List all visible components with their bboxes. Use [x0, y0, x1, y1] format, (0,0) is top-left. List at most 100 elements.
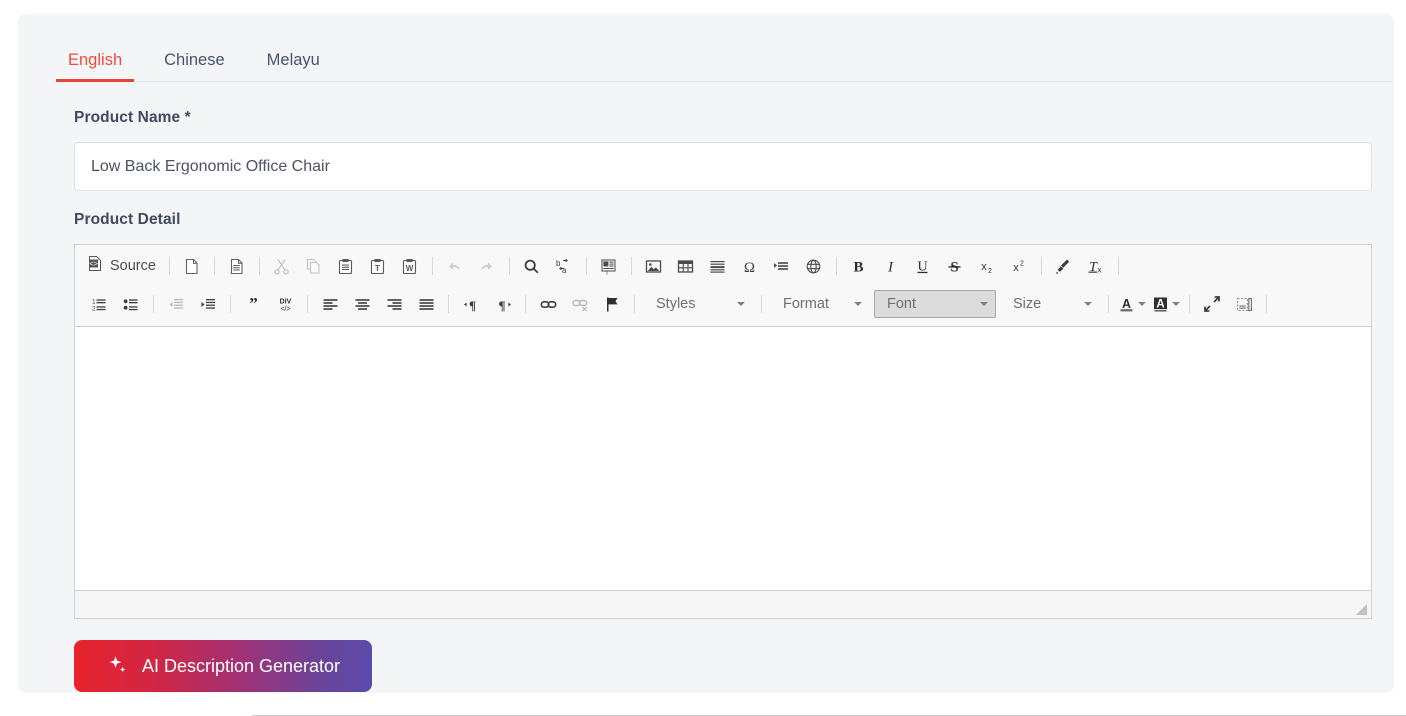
align-center-icon[interactable] — [347, 291, 377, 317]
underline-icon[interactable]: U — [908, 253, 938, 279]
replace-icon[interactable]: ba — [549, 253, 579, 279]
undo-icon — [440, 253, 470, 279]
new-page-icon[interactable] — [177, 253, 207, 279]
chevron-down-icon — [737, 302, 745, 306]
paste-from-word-icon[interactable]: W — [395, 253, 425, 279]
blockquote-icon[interactable]: ” — [238, 291, 268, 317]
page-break-icon[interactable] — [767, 253, 797, 279]
italic-icon[interactable]: I — [876, 253, 906, 279]
size-dropdown[interactable]: Size — [1000, 290, 1100, 318]
svg-text:I: I — [887, 259, 894, 275]
horizontal-rule-icon[interactable] — [703, 253, 733, 279]
svg-text:</>: </> — [280, 306, 290, 313]
paste-as-text-icon[interactable]: T — [363, 253, 393, 279]
table-icon[interactable] — [671, 253, 701, 279]
svg-text:W: W — [406, 264, 414, 273]
toolbar-separator — [508, 257, 510, 275]
svg-text:Ω: Ω — [744, 260, 755, 275]
find-icon[interactable] — [517, 253, 547, 279]
svg-text:I: I — [606, 270, 608, 275]
special-character-icon[interactable]: Ω — [735, 253, 765, 279]
size-dropdown-label: Size — [1013, 296, 1042, 312]
subscript-icon[interactable]: x2 — [972, 253, 1002, 279]
toolbar-separator — [630, 257, 632, 275]
toolbar-separator — [168, 257, 170, 275]
toolbar-separator — [1117, 257, 1119, 275]
anchor-icon[interactable] — [597, 291, 627, 317]
source-button[interactable]: <> Source — [83, 253, 163, 279]
product-name-input[interactable] — [74, 142, 1372, 191]
copy-icon — [299, 253, 329, 279]
svg-text:1: 1 — [92, 298, 96, 305]
image-icon[interactable] — [639, 253, 669, 279]
chevron-down-icon — [1138, 302, 1146, 306]
svg-text:2: 2 — [1021, 260, 1025, 267]
toolbar-row-1: <> Source T W b a I Ω B I U x 2 x 2 T x — [77, 247, 1369, 285]
remove-format-icon[interactable]: Tx — [1081, 253, 1111, 279]
link-icon[interactable] — [533, 291, 563, 317]
maximize-icon[interactable] — [1197, 291, 1227, 317]
svg-text:A: A — [1156, 298, 1164, 310]
superscript-icon[interactable]: x2 — [1004, 253, 1034, 279]
toolbar-separator — [213, 257, 215, 275]
div-container-icon[interactable]: DIV </> — [270, 291, 300, 317]
svg-text:<>: <> — [89, 259, 98, 268]
chevron-down-icon — [980, 302, 988, 306]
background-color-icon[interactable]: A — [1150, 291, 1182, 317]
svg-text:x: x — [982, 261, 988, 273]
toolbar-separator — [585, 257, 587, 275]
resize-handle[interactable] — [1356, 604, 1367, 615]
source-button-label: Source — [110, 258, 156, 274]
page-root: English Chinese Melayu Product Name * Pr… — [0, 0, 1406, 716]
svg-text:2: 2 — [92, 305, 96, 312]
svg-text:”: ” — [249, 296, 258, 313]
chevron-down-icon — [1172, 302, 1180, 306]
toolbar-separator — [525, 295, 526, 313]
toolbar-separator — [761, 295, 762, 313]
editor-footer — [75, 590, 1371, 618]
svg-text:b: b — [556, 259, 561, 268]
font-dropdown[interactable]: Font — [874, 290, 996, 318]
templates-icon[interactable] — [222, 253, 252, 279]
toolbar-separator — [431, 257, 433, 275]
redo-icon — [472, 253, 502, 279]
justify-icon[interactable] — [411, 291, 441, 317]
copy-formatting-icon[interactable] — [1049, 253, 1079, 279]
svg-text:T: T — [375, 263, 381, 273]
svg-text:A: A — [1122, 297, 1131, 311]
show-blocks-icon[interactable] — [1229, 291, 1259, 317]
styles-dropdown[interactable]: Styles — [643, 290, 753, 318]
toolbar-separator — [258, 257, 260, 275]
numbered-list-icon[interactable]: 12 — [84, 291, 114, 317]
toolbar-row-2: 12 ” DIV </> ¶ ¶ Styles Format Font Size… — [77, 285, 1369, 323]
strikethrough-icon[interactable]: S — [940, 253, 970, 279]
tab-melayu[interactable]: Melayu — [255, 51, 332, 82]
toolbar-separator — [230, 295, 231, 313]
ai-description-generator-button[interactable]: AI Description Generator — [74, 640, 372, 692]
tab-english[interactable]: English — [56, 51, 135, 82]
increase-indent-icon[interactable] — [193, 291, 223, 317]
font-dropdown-label: Font — [887, 296, 917, 312]
svg-text:x: x — [1014, 262, 1020, 274]
text-direction-ltr-icon[interactable]: ¶ — [456, 291, 486, 317]
format-dropdown[interactable]: Format — [770, 290, 870, 318]
tab-chinese[interactable]: Chinese — [152, 51, 237, 82]
bold-icon[interactable]: B — [844, 253, 874, 279]
ai-description-generator-label: AI Description Generator — [141, 655, 341, 676]
toolbar-separator — [1108, 295, 1109, 313]
svg-text:DIV: DIV — [279, 298, 291, 305]
editor-content-area[interactable] — [75, 327, 1371, 590]
paste-icon[interactable] — [331, 253, 361, 279]
align-left-icon[interactable] — [315, 291, 345, 317]
bulleted-list-icon[interactable] — [116, 291, 146, 317]
align-right-icon[interactable] — [379, 291, 409, 317]
toolbar-separator — [1266, 295, 1267, 313]
toolbar-separator — [153, 295, 154, 313]
text-color-icon[interactable]: A — [1116, 291, 1148, 317]
cut-icon — [267, 253, 297, 279]
iframe-icon[interactable] — [799, 253, 829, 279]
select-all-icon[interactable]: I — [594, 253, 624, 279]
svg-text:x: x — [1098, 265, 1102, 274]
language-tabs: English Chinese Melayu — [56, 26, 1393, 82]
text-direction-rtl-icon[interactable]: ¶ — [488, 291, 518, 317]
